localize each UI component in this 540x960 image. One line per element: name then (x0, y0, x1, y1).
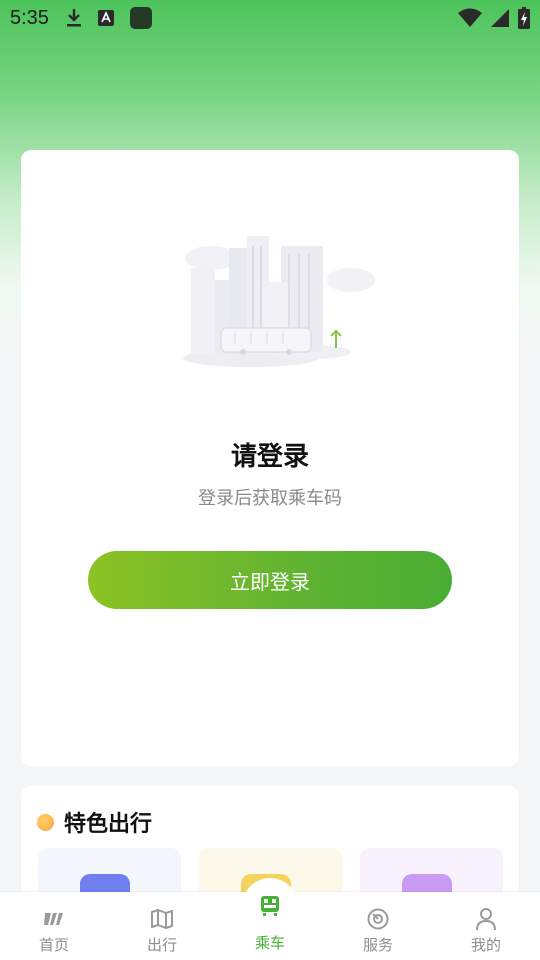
wifi-icon (458, 8, 482, 27)
login-title: 请登录 (230, 442, 309, 472)
city-bus-illustration (183, 236, 375, 367)
app-square-icon (129, 7, 152, 29)
nav-label-profile: 我的 (470, 936, 501, 954)
battery-charging-icon (518, 7, 530, 29)
download-icon (66, 9, 81, 27)
login-button[interactable]: 立即登录 (88, 551, 452, 609)
nav-label-ride: 乘车 (254, 934, 285, 952)
nav-label-home: 首页 (38, 936, 69, 954)
map-icon (149, 906, 175, 932)
status-notification-icons (65, 6, 153, 30)
section-title: 特色出行 (64, 812, 153, 837)
signal-icon (491, 9, 509, 27)
nav-item-travel[interactable]: 出行 (108, 892, 216, 955)
section-header: 特色出行 (37, 806, 152, 838)
nav-item-profile[interactable]: 我的 (432, 892, 540, 955)
profile-icon (473, 906, 499, 932)
status-system-icons (458, 7, 530, 29)
service-icon (365, 906, 391, 932)
nav-label-travel: 出行 (146, 936, 177, 954)
nav-label-service: 服务 (362, 936, 393, 954)
bottom-nav: 首页 出行 乘车 服务 我的 (0, 878, 540, 960)
login-card: 请登录 登录后获取乘车码 立即登录 (21, 150, 519, 766)
sun-dot-icon (37, 813, 54, 831)
status-time: 5:35 (10, 6, 49, 29)
qr-bus-icon (242, 878, 298, 934)
nav-item-service[interactable]: 服务 (324, 892, 432, 955)
home-icon (41, 906, 67, 932)
nav-item-ride[interactable]: 乘车 (216, 878, 324, 953)
status-bar: 5:35 (0, 0, 540, 36)
text-a-icon (97, 10, 114, 26)
login-subtitle: 登录后获取乘车码 (198, 488, 342, 509)
nav-item-home[interactable]: 首页 (0, 892, 108, 955)
